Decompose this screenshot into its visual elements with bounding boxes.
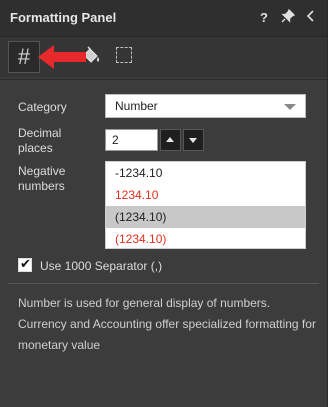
chevron-down-icon (284, 104, 296, 110)
increment-button[interactable] (160, 129, 181, 151)
check-icon: ✔ (20, 256, 31, 271)
collapse-icon[interactable] (303, 9, 319, 28)
negative-option[interactable]: 1234.10 (106, 184, 305, 206)
title-bar: Formatting Panel ? (0, 0, 327, 37)
category-label: Category (18, 100, 67, 114)
separator-label: Use 1000 Separator (,) (40, 259, 163, 273)
negative-option[interactable]: -1234.10 (106, 162, 305, 184)
toolbar-divider (0, 79, 327, 80)
triangle-down-icon (189, 138, 197, 143)
category-value: Number (115, 99, 158, 113)
panel-title: Formatting Panel (10, 10, 117, 25)
arrow-annotation-icon (38, 45, 86, 69)
help-icon[interactable]: ? (256, 9, 272, 27)
negative-numbers-label: Negative numbers (18, 164, 66, 193)
decrement-button[interactable] (183, 129, 204, 151)
decimal-places-input[interactable]: 2 (105, 129, 158, 151)
separator-checkbox[interactable]: ✔ (18, 256, 32, 272)
category-select[interactable]: Number (105, 94, 306, 118)
format-description: Number is used for general display of nu… (18, 296, 316, 352)
decimal-places-label: Decimal places (18, 126, 62, 155)
border-tool-icon[interactable] (116, 47, 132, 63)
number-format-tool[interactable]: # (8, 41, 40, 73)
negative-option-selected[interactable]: (1234.10) (106, 206, 305, 228)
negative-numbers-list[interactable]: -1234.10 1234.10 (1234.10) (1234.10) (105, 161, 306, 249)
formatting-panel: Formatting Panel ? # Category Number Dec… (0, 0, 327, 407)
pin-icon[interactable] (280, 8, 296, 28)
triangle-up-icon (166, 137, 174, 142)
section-divider (8, 283, 319, 284)
negative-option[interactable]: (1234.10) (106, 228, 305, 250)
